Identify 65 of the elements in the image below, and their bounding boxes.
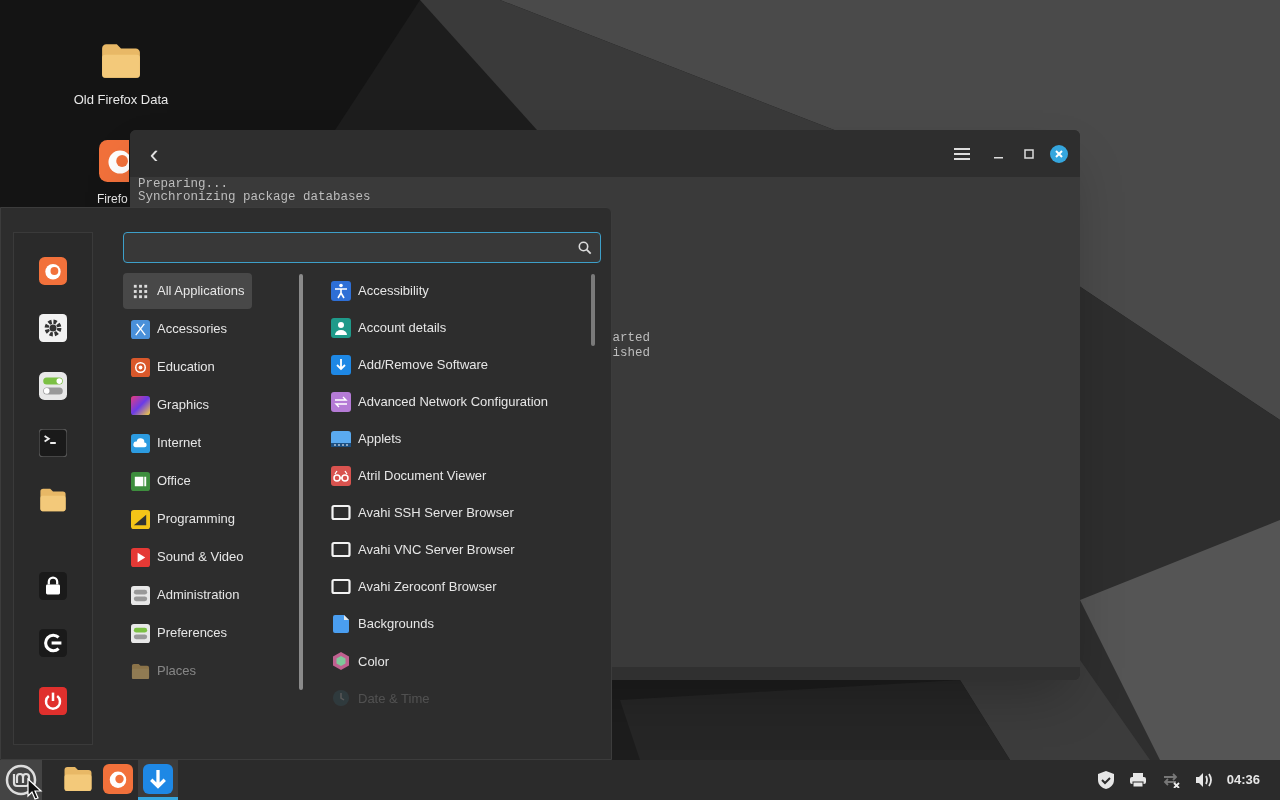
application-item[interactable]: Applets <box>323 421 410 457</box>
application-item[interactable]: Avahi SSH Server Browser <box>323 495 522 531</box>
terminal-output-line: Preparing... <box>138 178 228 191</box>
glasses-icon <box>331 465 351 486</box>
desktop-icon-label[interactable]: Firefo <box>97 190 128 208</box>
terminal-output-line: Synchronizing package databases <box>138 191 371 204</box>
search-field[interactable] <box>123 232 601 263</box>
download-icon <box>143 763 173 794</box>
accessibility-icon <box>331 280 351 301</box>
application-item[interactable]: Accessibility <box>323 273 437 309</box>
color-square-icon <box>131 395 150 415</box>
gear-icon[interactable] <box>39 314 67 343</box>
back-button[interactable]: ‹ <box>142 137 166 170</box>
application-item[interactable]: Avahi Zeroconf Browser <box>323 569 505 605</box>
application-item[interactable]: Atril Document Viewer <box>323 458 495 494</box>
toggle-switches-icon <box>131 623 150 643</box>
mouse-pointer-icon <box>27 778 43 800</box>
volume-icon[interactable] <box>1194 772 1213 788</box>
maximize-icon[interactable] <box>1024 148 1034 159</box>
application-item[interactable]: Advanced Network Configuration <box>323 384 557 420</box>
application-item[interactable]: Add/Remove Software <box>323 347 497 383</box>
arrows-icon <box>331 391 351 412</box>
category-item[interactable]: Programming <box>123 501 244 537</box>
hexagon-icon <box>331 651 351 672</box>
menu-icon[interactable] <box>954 146 970 161</box>
close-icon[interactable] <box>1050 144 1068 163</box>
category-item[interactable]: All Applications <box>123 273 253 309</box>
clock[interactable]: 04:36 <box>1226 770 1260 790</box>
monitor-icon <box>331 503 351 523</box>
terminal-output-line: ished <box>612 347 650 360</box>
application-item[interactable]: Account details <box>323 310 455 346</box>
category-item[interactable]: Office <box>123 463 199 499</box>
toggle-switches-icon <box>131 585 150 605</box>
printer-icon[interactable] <box>1128 772 1147 788</box>
toggle-switches-icon[interactable] <box>39 371 67 400</box>
clock-icon <box>331 688 351 709</box>
person-icon <box>331 317 351 338</box>
cloud-icon <box>131 433 150 453</box>
category-item[interactable]: Accessories <box>123 311 236 347</box>
terminal-output-line: arted <box>612 332 650 345</box>
search-icon <box>578 240 592 255</box>
power-icon[interactable] <box>39 686 67 715</box>
folder-icon <box>131 661 150 681</box>
document-icon <box>131 471 150 491</box>
lock-icon[interactable] <box>39 572 67 601</box>
terminal-icon[interactable] <box>39 428 67 457</box>
category-item[interactable]: Sound & Video <box>123 539 252 575</box>
category-item[interactable]: Preferences <box>123 615 236 651</box>
category-item[interactable]: Education <box>123 349 223 385</box>
application-item[interactable]: Color <box>323 643 398 679</box>
shield-icon[interactable] <box>1096 770 1115 790</box>
start-menu-button[interactable] <box>0 760 42 800</box>
play-icon <box>131 547 150 567</box>
logout-icon[interactable] <box>39 629 67 658</box>
taskbar-app-button[interactable] <box>138 760 178 800</box>
category-item[interactable]: Graphics <box>123 387 218 423</box>
panel-icon <box>331 428 351 449</box>
application-item[interactable]: Backgrounds <box>323 606 442 642</box>
category-item[interactable]: Internet <box>123 425 210 461</box>
target-icon <box>131 357 150 377</box>
download-icon <box>331 354 351 375</box>
category-item[interactable]: Administration <box>123 577 248 613</box>
image-file-icon <box>331 614 351 635</box>
desktop-icon-label[interactable]: Old Firefox Data <box>73 90 169 110</box>
application-item[interactable]: Avahi VNC Server Browser <box>323 532 523 568</box>
